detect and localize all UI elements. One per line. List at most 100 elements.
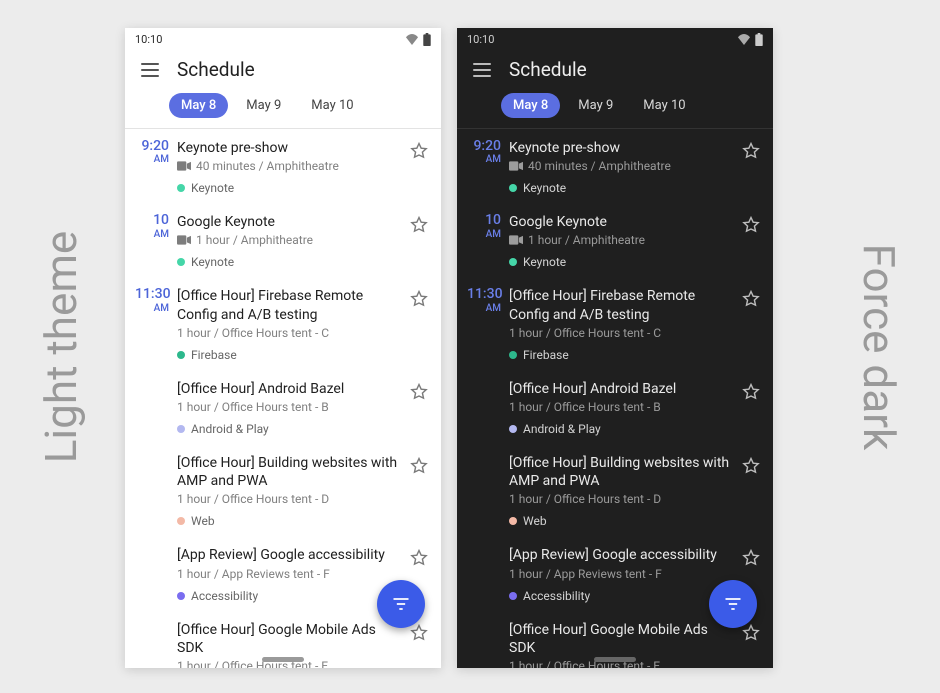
tag-label: Web	[191, 514, 215, 528]
video-icon	[177, 235, 191, 245]
event-row[interactable]: [Office Hour] Building websites with AMP…	[457, 444, 773, 536]
event-ampm: AM	[467, 154, 501, 165]
star-icon[interactable]	[409, 623, 429, 643]
app-header: Schedule	[125, 48, 441, 87]
page-title: Schedule	[177, 58, 255, 81]
app-header: Schedule	[457, 48, 773, 87]
star-icon[interactable]	[741, 456, 761, 476]
filter-fab[interactable]	[709, 580, 757, 628]
tag-label: Web	[523, 514, 547, 528]
event-time-col: 9:20AM	[467, 139, 509, 195]
event-sub-text: 1 hour / Amphitheatre	[528, 233, 645, 247]
event-time-col: 11:30AM	[467, 287, 509, 361]
star-icon[interactable]	[741, 623, 761, 643]
event-sub-text: 1 hour / Office Hours tent - B	[177, 400, 329, 414]
event-time-col: 10AM	[135, 213, 177, 269]
event-title: Keynote pre-show	[509, 139, 737, 157]
event-title: Google Keynote	[177, 213, 405, 231]
event-tag: Keynote	[509, 255, 737, 269]
status-bar: 10:10	[125, 28, 441, 48]
event-time-col	[135, 621, 177, 669]
event-row[interactable]: [Office Hour] Android Bazel1 hour / Offi…	[457, 370, 773, 444]
event-title: [Office Hour] Google Mobile Ads SDK	[509, 621, 737, 657]
chip-may-8[interactable]: May 8	[501, 93, 560, 118]
event-title: [Office Hour] Building websites with AMP…	[177, 454, 405, 490]
chip-may-10[interactable]: May 10	[299, 93, 365, 118]
event-sub-text: 40 minutes / Amphitheatre	[196, 159, 339, 173]
wifi-icon	[405, 34, 419, 45]
event-tag: Firebase	[177, 348, 405, 362]
star-icon[interactable]	[741, 382, 761, 402]
event-title: [Office Hour] Building websites with AMP…	[509, 454, 737, 490]
battery-icon	[755, 33, 763, 46]
event-sub-text: 1 hour / Amphitheatre	[196, 233, 313, 247]
event-content: Keynote pre-show 40 minutes / Amphitheatr…	[177, 139, 431, 195]
star-icon[interactable]	[741, 215, 761, 235]
star-icon[interactable]	[741, 141, 761, 161]
star-icon[interactable]	[409, 456, 429, 476]
video-icon	[509, 161, 523, 171]
nav-pill[interactable]	[594, 657, 636, 662]
chip-may-8[interactable]: May 8	[169, 93, 228, 118]
star-icon[interactable]	[741, 548, 761, 568]
event-content: Google Keynote 1 hour / Amphitheatre Keyno…	[177, 213, 431, 269]
tag-label: Keynote	[191, 255, 234, 269]
event-time: 11:30	[135, 287, 169, 302]
event-row[interactable]: 11:30AM[Office Hour] Firebase Remote Con…	[457, 277, 773, 369]
event-time: 9:20	[135, 139, 169, 154]
side-label-dark: Force dark	[853, 243, 905, 450]
event-row[interactable]: 11:30AM[Office Hour] Firebase Remote Con…	[125, 277, 441, 369]
event-tag: Firebase	[509, 348, 737, 362]
tag-dot	[177, 592, 185, 600]
tag-label: Firebase	[523, 348, 569, 362]
event-sub: 1 hour / Office Hours tent - D	[177, 492, 405, 506]
status-time: 10:10	[135, 33, 162, 46]
event-tag: Android & Play	[177, 422, 405, 436]
event-row[interactable]: [Office Hour] Android Bazel 1 hour / Offi…	[125, 370, 441, 444]
tag-dot	[177, 258, 185, 266]
status-time: 10:10	[467, 33, 494, 46]
event-tag: Web	[177, 514, 405, 528]
event-content: [Office Hour] Building websites with AMP…	[509, 454, 763, 528]
tag-dot	[509, 425, 517, 433]
event-time: 10	[467, 213, 501, 228]
chip-may-9[interactable]: May 9	[234, 93, 293, 118]
status-bar: 10:10	[457, 28, 773, 48]
tag-label: Android & Play	[523, 422, 601, 436]
tag-label: Keynote	[523, 181, 566, 195]
star-icon[interactable]	[409, 548, 429, 568]
event-row[interactable]: 9:20AMKeynote pre-show 40 minutes / Amphi…	[457, 129, 773, 203]
menu-icon[interactable]	[473, 63, 491, 77]
event-row[interactable]: 10AMGoogle Keynote 1 hour / Amphitheatre K…	[125, 203, 441, 277]
event-title: [Office Hour] Firebase Remote Config and…	[177, 287, 405, 323]
chip-may-9[interactable]: May 9	[566, 93, 625, 118]
event-sub: 40 minutes / Amphitheatre	[509, 159, 737, 173]
chip-may-10[interactable]: May 10	[631, 93, 697, 118]
nav-pill[interactable]	[262, 657, 304, 662]
event-content: [Office Hour] Building websites with AMP…	[177, 454, 431, 528]
event-tag: Keynote	[177, 181, 405, 195]
event-content: Google Keynote1 hour / AmphitheatreKeyno…	[509, 213, 763, 269]
event-content: [Office Hour] Firebase Remote Config and…	[509, 287, 763, 361]
event-row[interactable]: 10AMGoogle Keynote1 hour / AmphitheatreK…	[457, 203, 773, 277]
tag-label: Accessibility	[523, 589, 590, 603]
event-time-col: 9:20AM	[135, 139, 177, 195]
phones-container: 10:10 Schedule May 8 May 9 May 10 9:20AM…	[125, 28, 773, 668]
event-time-col: 11:30AM	[135, 287, 177, 361]
event-row[interactable]: 9:20AMKeynote pre-show 40 minutes / Amphi…	[125, 129, 441, 203]
event-sub: 1 hour / Office Hours tent - C	[177, 326, 405, 340]
event-sub: 1 hour / Office Hours tent - D	[509, 492, 737, 506]
star-icon[interactable]	[741, 289, 761, 309]
filter-fab[interactable]	[377, 580, 425, 628]
event-title: [Office Hour] Android Bazel	[177, 380, 405, 398]
star-icon[interactable]	[409, 141, 429, 161]
star-icon[interactable]	[409, 382, 429, 402]
star-icon[interactable]	[409, 215, 429, 235]
menu-icon[interactable]	[141, 63, 159, 77]
event-time-col: 10AM	[467, 213, 509, 269]
event-title: [Office Hour] Firebase Remote Config and…	[509, 287, 737, 323]
event-title: Keynote pre-show	[177, 139, 405, 157]
event-row[interactable]: [Office Hour] Building websites with AMP…	[125, 444, 441, 536]
star-icon[interactable]	[409, 289, 429, 309]
event-ampm: AM	[467, 303, 501, 314]
